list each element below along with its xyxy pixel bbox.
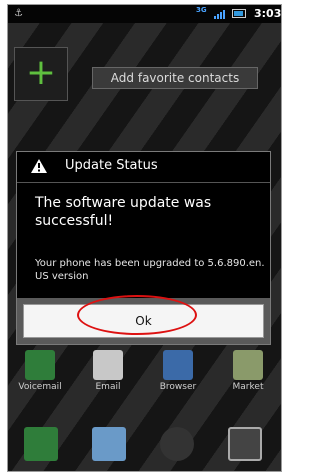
app-email[interactable]: Email <box>78 350 138 392</box>
status-bar: ⚓ 3G 3:03 <box>8 5 281 23</box>
dialog-title: Update Status <box>65 158 158 173</box>
dialog-message: The software update was successful! <box>35 195 212 229</box>
update-status-dialog: Update Status The software update was su… <box>16 151 271 345</box>
camera-icon[interactable] <box>160 427 194 461</box>
dialog-header: Update Status <box>17 152 270 183</box>
email-icon <box>93 350 123 380</box>
app-market[interactable]: Market <box>218 350 278 392</box>
signal-icon <box>214 9 228 19</box>
phone-icon[interactable] <box>24 427 58 461</box>
network-type: 3G <box>196 6 207 14</box>
app-label: Browser <box>159 382 197 392</box>
dialog-details: Your phone has been upgraded to 5.6.890.… <box>35 258 265 282</box>
bottom-dock <box>8 423 281 471</box>
app-voicemail[interactable]: Voicemail <box>10 350 70 392</box>
browser-icon <box>163 350 193 380</box>
add-favorite-contacts[interactable]: Add favorite contacts <box>92 67 258 89</box>
app-row: Voicemail Email Browser Market <box>8 350 281 400</box>
voicemail-icon <box>25 350 55 380</box>
dialog-button-bar: Ok <box>17 295 270 344</box>
usb-icon: ⚓ <box>14 8 23 19</box>
warning-icon <box>31 159 47 173</box>
phone-screen: ⚓ 3G 3:03 + Add favorite contacts Voicem… <box>7 4 282 472</box>
messages-icon[interactable] <box>92 427 126 461</box>
market-icon <box>233 350 263 380</box>
app-label: Market <box>232 382 264 392</box>
app-label: Email <box>95 382 121 392</box>
ok-button[interactable]: Ok <box>23 304 264 338</box>
clock: 3:03 <box>254 7 282 20</box>
launcher-icon[interactable] <box>228 427 262 461</box>
battery-icon <box>232 9 246 18</box>
app-label: Voicemail <box>18 382 62 392</box>
plus-icon: + <box>25 52 57 93</box>
add-contact-tile[interactable]: + <box>14 47 68 101</box>
app-browser[interactable]: Browser <box>148 350 208 392</box>
